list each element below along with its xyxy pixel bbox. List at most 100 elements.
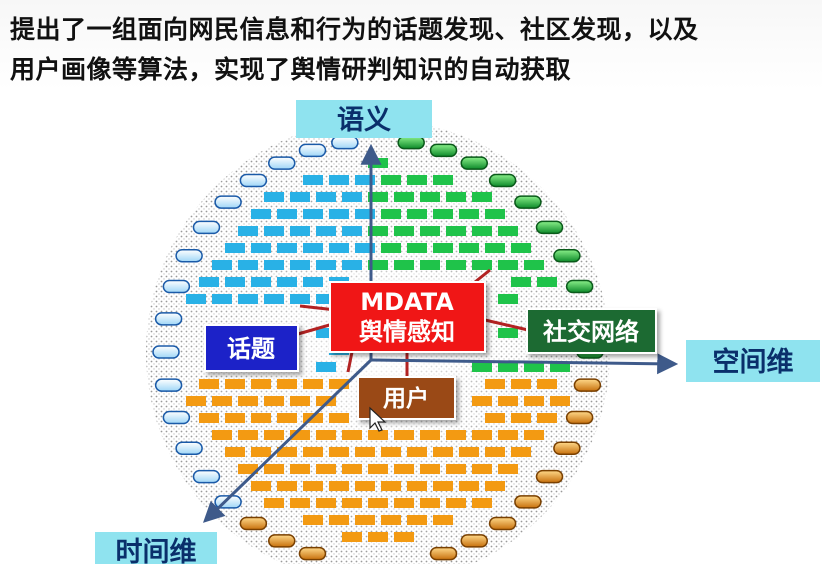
- green-cluster-item: [459, 243, 479, 253]
- blue-cluster-item: [264, 192, 284, 202]
- orange-cluster-item: [264, 498, 284, 508]
- orange-cluster-item: [342, 464, 362, 474]
- green-cluster-item: [381, 209, 401, 219]
- orange-cluster-item: [238, 396, 258, 406]
- blue-cluster-item: [251, 277, 271, 287]
- orange-cluster-item: [368, 464, 388, 474]
- orange-cluster-item: [277, 481, 297, 491]
- orange-cluster-item: [485, 447, 505, 457]
- blue-cluster-item: [329, 209, 349, 219]
- green-cluster-item: [498, 260, 518, 270]
- orange-cluster-item: [446, 464, 466, 474]
- orange-cluster-item: [290, 498, 310, 508]
- green-cluster-item: [381, 243, 401, 253]
- topic-node: 话题: [204, 324, 299, 372]
- blue-cluster-item: [212, 260, 232, 270]
- blue-cluster-item: [264, 226, 284, 236]
- blue-rim-pill: [214, 195, 242, 209]
- orange-cluster-item: [199, 379, 219, 389]
- blue-cluster-item: [329, 243, 349, 253]
- blue-rim-pill: [192, 469, 221, 484]
- orange-cluster-item: [277, 379, 297, 389]
- blue-rim-pill: [175, 441, 203, 455]
- orange-cluster-item: [498, 430, 518, 440]
- orange-cluster-item: [316, 498, 336, 508]
- orange-cluster-item: [368, 430, 388, 440]
- orange-cluster-item: [251, 379, 271, 389]
- green-rim-pill: [535, 220, 564, 235]
- green-cluster-item: [433, 243, 453, 253]
- green-cluster-item: [498, 226, 518, 236]
- green-cluster-item: [485, 209, 505, 219]
- orange-cluster-item: [524, 430, 544, 440]
- orange-rim-pill: [239, 516, 268, 531]
- orange-cluster-item: [186, 396, 206, 406]
- blue-cluster-item: [316, 260, 336, 270]
- blue-cluster-item: [342, 226, 362, 236]
- orange-cluster-item: [485, 413, 505, 423]
- blue-rim-pill: [192, 220, 221, 235]
- blue-cluster-item: [290, 294, 310, 304]
- green-rim-pill: [397, 135, 425, 150]
- green-cluster-item: [537, 277, 557, 287]
- orange-cluster-item: [212, 396, 232, 406]
- blue-rim-pill: [154, 312, 183, 326]
- blue-cluster-item: [303, 243, 323, 253]
- green-cluster-item: [472, 226, 492, 236]
- orange-rim-pill: [488, 516, 517, 531]
- blue-cluster-item: [186, 294, 206, 304]
- axis-label-time: 时间维: [95, 532, 217, 564]
- orange-rim-pill: [298, 546, 327, 561]
- orange-cluster-item: [342, 430, 362, 440]
- blue-cluster-item: [264, 260, 284, 270]
- orange-cluster-item: [212, 430, 232, 440]
- orange-cluster-item: [394, 498, 414, 508]
- orange-cluster-item: [394, 532, 414, 542]
- orange-rim-pill: [268, 534, 296, 548]
- green-rim-pill: [514, 195, 542, 209]
- blue-cluster-item: [303, 175, 323, 185]
- orange-cluster-item: [511, 379, 531, 389]
- green-cluster-item: [472, 362, 492, 372]
- green-cluster-item: [420, 192, 440, 202]
- blue-cluster-item: [225, 277, 245, 287]
- green-cluster-item: [420, 260, 440, 270]
- green-cluster-item: [472, 260, 492, 270]
- green-cluster-item: [407, 243, 427, 253]
- user-node-label: 用户: [383, 385, 429, 412]
- topic-node-label: 话题: [227, 335, 275, 363]
- blue-rim-pill: [175, 249, 203, 263]
- orange-cluster-item: [394, 430, 414, 440]
- axis-label-time-text: 时间维: [116, 537, 197, 564]
- green-rim-pill: [488, 173, 517, 188]
- green-cluster-item: [472, 192, 492, 202]
- axis-label-space: 空间维: [686, 340, 820, 382]
- orange-cluster-item: [472, 396, 492, 406]
- orange-cluster-item: [511, 413, 531, 423]
- green-cluster-item: [498, 328, 518, 338]
- green-cluster-item: [524, 260, 544, 270]
- orange-cluster-item: [459, 447, 479, 457]
- blue-cluster-item: [225, 243, 245, 253]
- blue-cluster-item: [290, 260, 310, 270]
- orange-cluster-item: [342, 532, 362, 542]
- green-cluster-item: [446, 260, 466, 270]
- blue-cluster-item: [342, 260, 362, 270]
- blue-rim-pill: [268, 156, 296, 170]
- green-cluster-item: [433, 175, 453, 185]
- orange-cluster-item: [251, 413, 271, 423]
- mdata-diagram: MDATA 舆情感知 话题 社交网络 用户 语义 空间维 时间维: [95, 100, 820, 564]
- orange-cluster-item: [407, 515, 427, 525]
- orange-cluster-item: [355, 481, 375, 491]
- green-cluster-item: [433, 209, 453, 219]
- green-cluster-item: [485, 243, 505, 253]
- orange-cluster-item: [368, 532, 388, 542]
- orange-cluster-item: [316, 464, 336, 474]
- orange-cluster-item: [277, 413, 297, 423]
- orange-cluster-item: [381, 515, 401, 525]
- orange-rim-pill: [565, 410, 594, 425]
- green-cluster-item: [498, 294, 518, 304]
- blue-cluster-item: [316, 362, 336, 372]
- green-cluster-item: [420, 226, 440, 236]
- blue-rim-pill: [152, 345, 180, 359]
